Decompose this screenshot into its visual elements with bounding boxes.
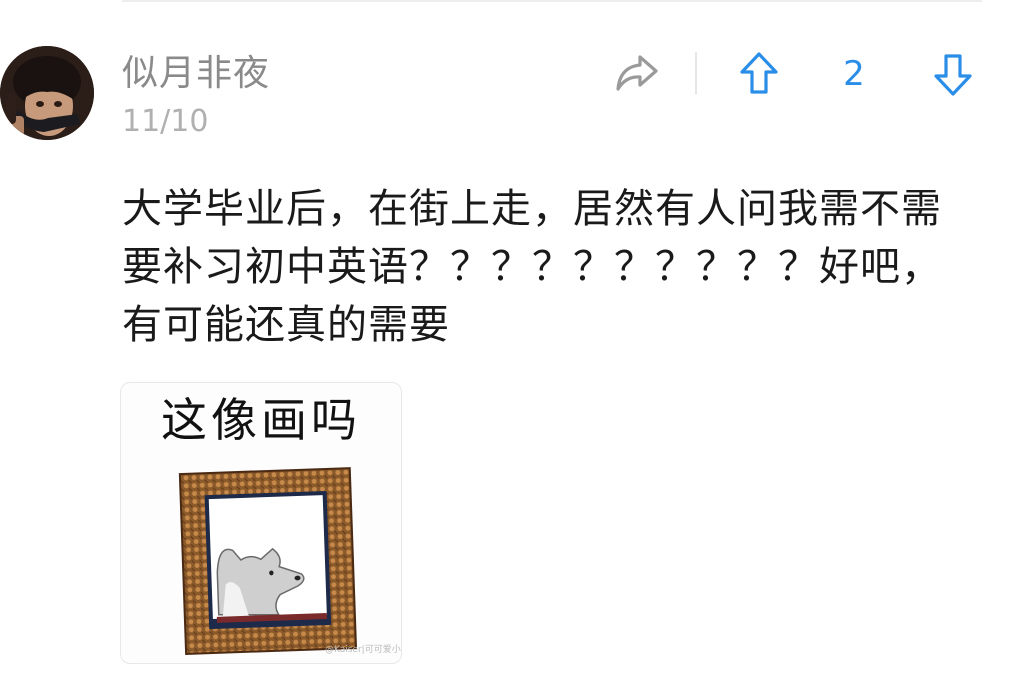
top-divider (122, 0, 982, 2)
meme-watermark: @Kaiser|可可爱小怪 (325, 645, 402, 655)
comment-date: 11/10 (122, 104, 209, 139)
share-arrow-icon (616, 55, 658, 91)
action-divider (695, 52, 697, 94)
share-button[interactable] (612, 50, 662, 96)
comment-card: 似月非夜 11/10 2 大学毕业后，在街上走，居然有人问我需不需要补习初中英语… (0, 0, 1028, 696)
arrow-up-outline-icon (740, 52, 778, 94)
downvote-button[interactable] (930, 49, 976, 99)
upvote-button[interactable] (736, 49, 782, 99)
comment-text: 大学毕业后，在街上走，居然有人问我需不需要补习初中英语？？？？？？？？？？好吧，… (122, 186, 942, 348)
attached-image[interactable]: 这像画吗 @Kaiser|可可爱小怪 (120, 382, 402, 664)
author-name[interactable]: 似月非夜 (122, 52, 270, 96)
arrow-down-outline-icon (934, 54, 972, 96)
avatar-image (0, 46, 94, 140)
avatar[interactable] (0, 46, 94, 140)
vote-count: 2 (843, 54, 865, 94)
framed-dog-illustration (178, 467, 358, 655)
